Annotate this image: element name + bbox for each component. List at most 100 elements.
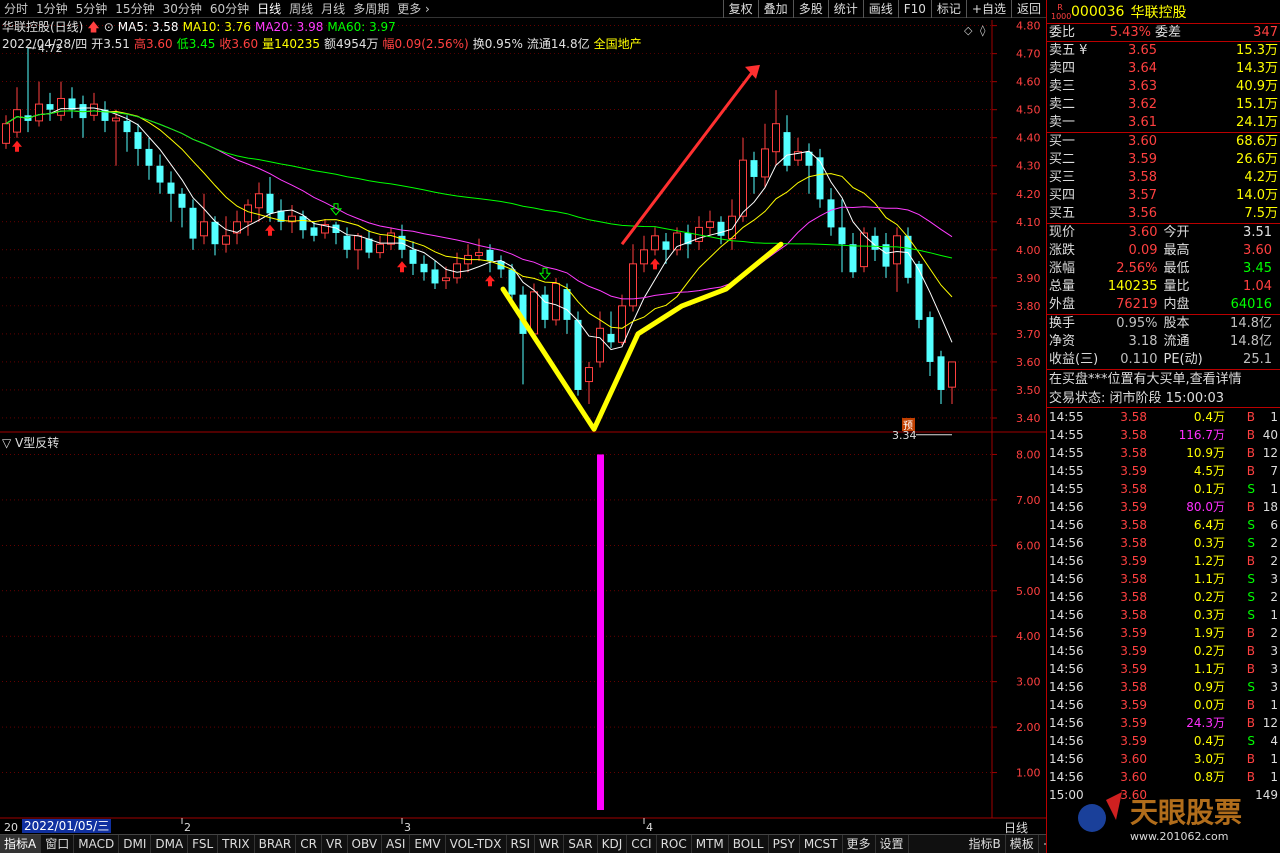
kline-chart[interactable]: 4.80 4.70 4.60 4.50 4.40 4.30 4.20 4.10 4.00 3.90…: [0, 0, 1046, 834]
quote-value: 3.60: [1243, 243, 1272, 258]
indicator-tab-vr[interactable]: VR: [322, 835, 348, 853]
tick-price: 3.58: [1120, 590, 1147, 604]
bid-row[interactable]: 买一 3.60 68.6万: [1047, 133, 1280, 151]
tick-volume: 0.4万: [1193, 734, 1225, 748]
indicator-tab-cr[interactable]: CR: [296, 835, 322, 853]
indicator-tab-boll[interactable]: BOLL: [729, 835, 769, 853]
ask-row[interactable]: 卖五 ¥ 3.65 15.3万: [1047, 42, 1280, 60]
tick-side: S: [1247, 518, 1255, 532]
indicator-tab-sar[interactable]: SAR: [564, 835, 598, 853]
indicator-tab-brar[interactable]: BRAR: [255, 835, 297, 853]
tick-volume: 1.1万: [1193, 572, 1225, 586]
indicator-tab-obv[interactable]: OBV: [348, 835, 383, 853]
watermark-logo: 天眼股票 www.201062.com: [1078, 792, 1242, 843]
candle-body: [266, 193, 274, 214]
tick-price: 3.58: [1120, 536, 1147, 550]
indicator-tab-wr[interactable]: WR: [535, 835, 565, 853]
diff-label: 委差: [1155, 25, 1182, 40]
candle-body: [156, 165, 164, 183]
tick-row: 14:56 3.59 1.9万 B 2: [1047, 624, 1280, 642]
tick-price: 3.59: [1120, 734, 1147, 748]
ask-row[interactable]: 卖三 3.63 40.9万: [1047, 78, 1280, 96]
tick-list[interactable]: 14:55 3.58 0.4万 B 1 14:55 3.58 116.7万 B 40 14:55 3.…: [1047, 408, 1280, 804]
indicator-tab-emv[interactable]: EMV: [410, 835, 446, 853]
tick-side: B: [1246, 716, 1255, 730]
tick-row: 14:55 3.58 10.9万 B 12: [1047, 444, 1280, 462]
tick-volume: 0.3万: [1193, 536, 1225, 550]
quote-cell: 今开 3.51: [1164, 224, 1279, 242]
indicator-tab-mcst[interactable]: MCST: [800, 835, 843, 853]
ask-row[interactable]: 卖二 3.62 15.1万: [1047, 96, 1280, 114]
indicator-tabs: 指标A 窗口 MACD DMI DMA FSL TRIX BRAR CR VR OBV ASI EMV V…: [0, 834, 1077, 853]
bid-volume: 4.2万: [1244, 170, 1278, 185]
tick-time: 14:55: [1049, 482, 1084, 496]
indicator-tab-kdj[interactable]: KDJ: [598, 835, 628, 853]
bid-row[interactable]: 买二 3.59 26.6万: [1047, 151, 1280, 169]
tick-side: B: [1246, 554, 1255, 568]
indicator-tab-trix[interactable]: TRIX: [218, 835, 255, 853]
tick-side: B: [1246, 770, 1255, 784]
tick-side: S: [1247, 734, 1255, 748]
ma60-line: [5, 110, 953, 259]
ask-volume: 15.3万: [1236, 43, 1278, 58]
indicator-tab-asi[interactable]: ASI: [382, 835, 411, 853]
quote-label: 涨跌: [1049, 243, 1076, 258]
fund-cell: 股本 14.8亿: [1164, 315, 1279, 333]
indicator-tab-设置[interactable]: 设置: [876, 835, 909, 853]
sector-link[interactable]: 全国地产: [594, 36, 642, 53]
tick-count: 1: [1270, 410, 1278, 424]
indicator-tab-cci[interactable]: CCI: [627, 835, 657, 853]
candle-body: [651, 235, 659, 251]
bid-price: 3.56: [1128, 206, 1157, 221]
big-order-notice[interactable]: 在买盘***位置有大买单,查看详情: [1047, 370, 1280, 389]
indicator-tab-窗口[interactable]: 窗口: [41, 835, 75, 853]
tick-side: S: [1247, 482, 1255, 496]
sub-axis-label: 6.00: [1016, 539, 1041, 552]
quote-label: 今开: [1163, 225, 1190, 240]
ma10-line: [5, 110, 953, 329]
tick-time: 14:56: [1049, 626, 1084, 640]
candle-body: [90, 103, 98, 116]
quote-label: 量比: [1163, 279, 1190, 294]
arrow-up-icon[interactable]: 🡅: [87, 19, 99, 36]
ask-row[interactable]: 卖一 3.61 24.1万: [1047, 114, 1280, 132]
tick-volume: 80.0万: [1186, 500, 1225, 514]
tick-time: 14:56: [1049, 518, 1084, 532]
candle-body: [167, 182, 175, 194]
indicator-tab-macd[interactable]: MACD: [74, 835, 120, 853]
candle-body: [827, 199, 835, 228]
candle-body: [442, 277, 450, 282]
quote-value: 3.51: [1243, 225, 1272, 240]
indicator-tab-vol-tdx[interactable]: VOL-TDX: [446, 835, 507, 853]
indicator-tab-模板[interactable]: 模板: [1006, 835, 1039, 853]
buy-arrow-icon: [265, 224, 275, 236]
tick-side: B: [1246, 626, 1255, 640]
bid-row[interactable]: 买三 3.58 4.2万: [1047, 169, 1280, 187]
quote-value: 140235: [1107, 279, 1158, 294]
tick-row: 14:56 3.59 80.0万 B 18: [1047, 498, 1280, 516]
candle-body: [79, 104, 87, 119]
indicator-tab-dma[interactable]: DMA: [151, 835, 189, 853]
tick-side: S: [1247, 572, 1255, 586]
bid-row[interactable]: 买五 3.56 7.5万: [1047, 205, 1280, 223]
tick-time: 14:55: [1049, 410, 1084, 424]
indicator-tab-roc[interactable]: ROC: [657, 835, 692, 853]
indicator-tab-更多[interactable]: 更多: [843, 835, 876, 853]
indicator-tab-指标b[interactable]: 指标B: [965, 835, 1006, 853]
indicator-settings-icon[interactable]: ▽: [2, 436, 11, 450]
quote-value: 64016: [1230, 297, 1272, 312]
indicator-tab-rsi[interactable]: RSI: [507, 835, 536, 853]
settings-dot-icon[interactable]: ⊙: [104, 19, 114, 36]
indicator-tab-psy[interactable]: PSY: [769, 835, 800, 853]
indicator-tab-指标a[interactable]: 指标A: [0, 835, 42, 853]
tick-volume: 0.4万: [1193, 410, 1225, 424]
ask-row[interactable]: 卖四 3.64 14.3万: [1047, 60, 1280, 78]
buy-arrow-icon: [397, 261, 407, 273]
price-axis-label: 3.40: [1016, 412, 1041, 425]
indicator-tab-dmi[interactable]: DMI: [119, 835, 152, 853]
candle-body: [486, 249, 494, 262]
indicator-tab-fsl[interactable]: FSL: [188, 835, 219, 853]
bid-row[interactable]: 买四 3.57 14.0万: [1047, 187, 1280, 205]
indicator-tab-mtm[interactable]: MTM: [692, 835, 729, 853]
sub-axis-label: 8.00: [1016, 448, 1041, 461]
